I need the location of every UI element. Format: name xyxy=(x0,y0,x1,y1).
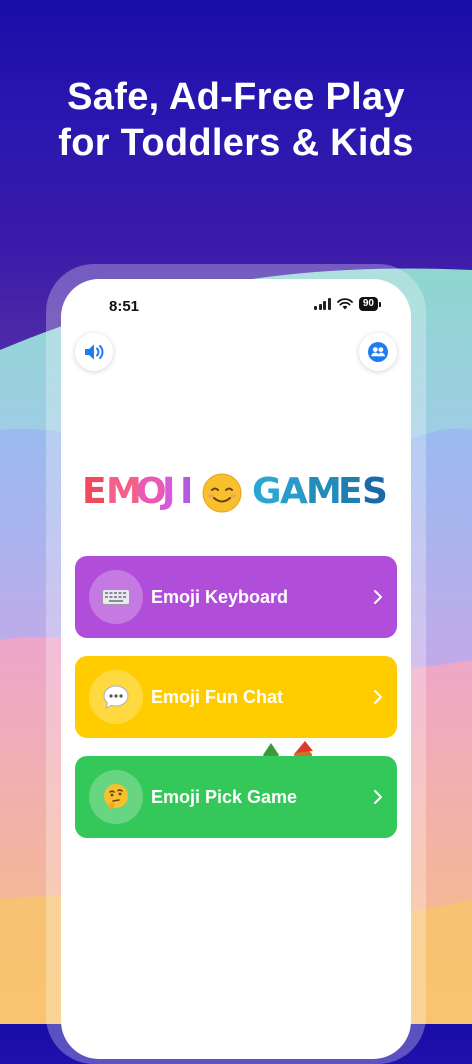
status-icons: 90 xyxy=(314,297,381,311)
phone-screen: 8:51 90 E M O J I G A M E S Emoji Keyboa… xyxy=(61,279,411,1059)
chevron-right-icon xyxy=(374,690,382,704)
emoji-fun-chat-label: Emoji Fun Chat xyxy=(151,686,283,707)
chevron-right-icon xyxy=(374,790,382,804)
people-icon xyxy=(368,342,388,362)
svg-text:J: J xyxy=(159,471,175,512)
thinking-face-icon xyxy=(89,770,143,824)
speech-bubble-icon xyxy=(89,670,143,724)
emoji-pick-game-card[interactable]: Emoji Pick Game xyxy=(75,756,397,838)
cellular-signal-icon xyxy=(314,298,331,310)
status-time: 8:51 xyxy=(109,298,140,315)
emoji-pick-game-label: Emoji Pick Game xyxy=(151,786,298,807)
emoji-keyboard-card[interactable]: Emoji Keyboard xyxy=(75,556,397,638)
svg-text:A: A xyxy=(280,471,308,512)
emoji-games-logo: E M O J I G A M E S xyxy=(61,465,411,522)
chevron-right-icon xyxy=(374,590,382,604)
sound-button[interactable] xyxy=(75,333,113,371)
headline-line-1: Safe, Ad-Free Play xyxy=(67,76,405,118)
svg-text:E: E xyxy=(82,471,107,512)
headline: Safe, Ad-Free Play for Toddlers & Kids xyxy=(0,74,472,166)
svg-text:G: G xyxy=(252,471,282,512)
svg-text:M: M xyxy=(306,471,342,512)
wifi-icon xyxy=(336,298,353,310)
keyboard-icon xyxy=(89,570,143,624)
svg-text:S: S xyxy=(362,471,388,512)
battery-icon: 90 xyxy=(358,297,381,311)
svg-text:I: I xyxy=(180,471,193,512)
speaker-icon xyxy=(85,344,104,360)
emoji-fun-chat-card[interactable]: Emoji Fun Chat xyxy=(75,656,397,738)
parents-button[interactable] xyxy=(359,333,397,371)
emoji-keyboard-label: Emoji Keyboard xyxy=(151,586,289,607)
headline-line-2: for Toddlers & Kids xyxy=(58,122,414,164)
battery-level: 90 xyxy=(358,297,378,311)
svg-text:E: E xyxy=(338,471,363,512)
